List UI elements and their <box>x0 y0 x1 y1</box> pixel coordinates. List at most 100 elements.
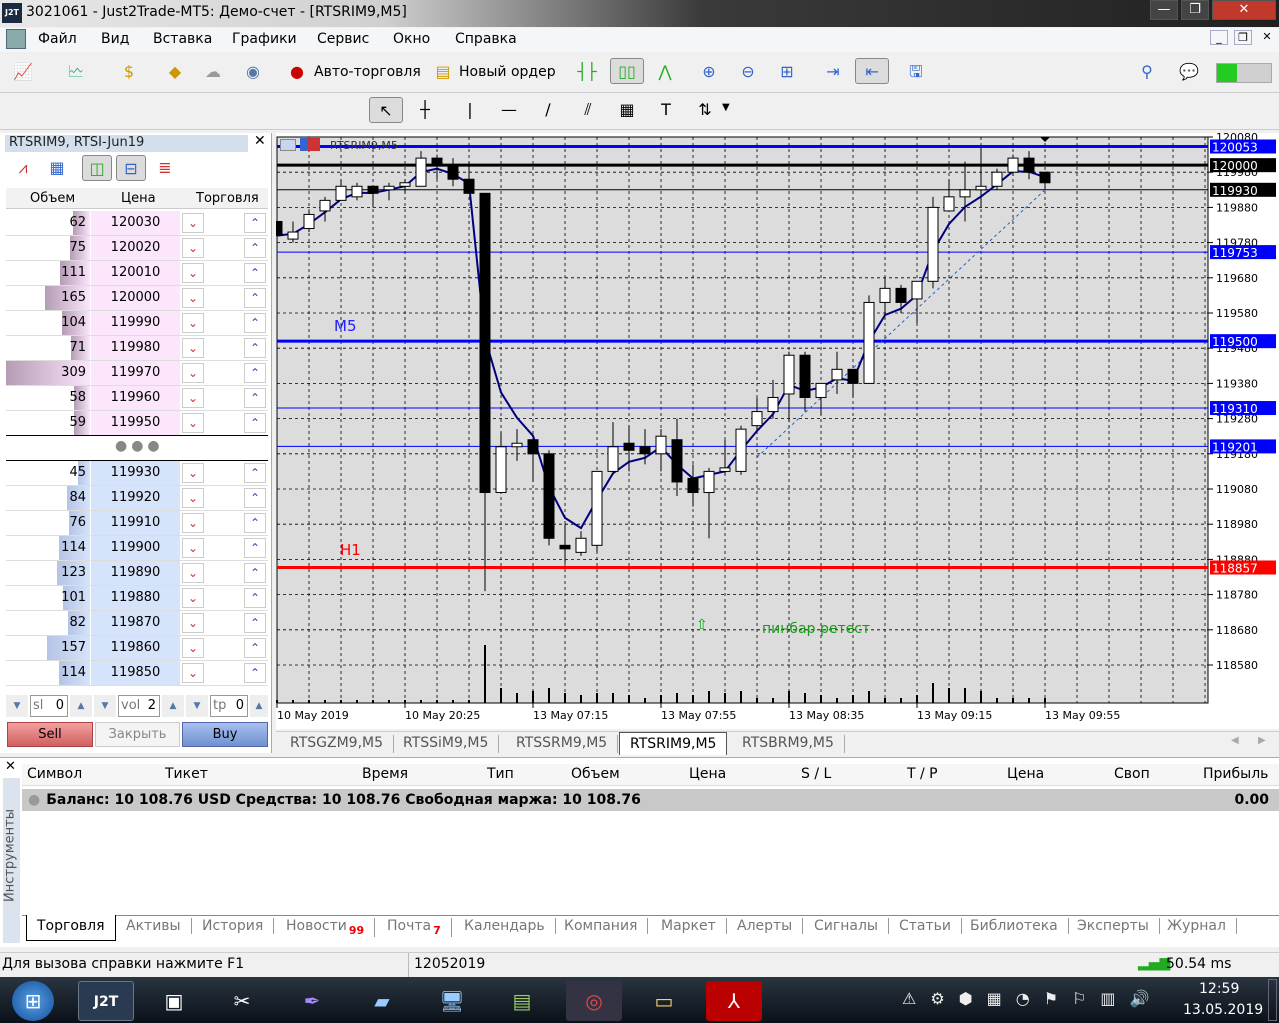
chat-icon[interactable]: 💬 <box>1176 59 1202 85</box>
sell-limit-button[interactable]: ⌄ <box>182 363 204 383</box>
toolbox-tab[interactable]: Статьи <box>889 918 963 934</box>
bids-row[interactable]: 114 119900 ⌄ ⌃ <box>6 536 268 561</box>
buy-limit-button[interactable]: ⌃ <box>244 538 266 558</box>
one-click-icon[interactable] <box>300 138 320 151</box>
sell-limit-button[interactable]: ⌄ <box>182 638 204 658</box>
chevron-down-icon[interactable]: ▼ <box>722 102 730 113</box>
bids-row[interactable]: 123 119890 ⌄ ⌃ <box>6 561 268 586</box>
arrows-icon[interactable]: ⇅ <box>692 97 718 123</box>
taskbar-chart-icon[interactable]: ▤ <box>494 981 550 1021</box>
toolbox-tab[interactable]: Сигналы <box>804 918 889 934</box>
taskbar-app-icon[interactable]: ▣ <box>146 981 202 1021</box>
vol-down-button[interactable]: ▼ <box>94 695 116 717</box>
toolbox-tab[interactable]: История <box>192 918 275 934</box>
taskbar-folder-icon[interactable]: ▭ <box>636 981 692 1021</box>
sell-limit-button[interactable]: ⌄ <box>182 563 204 583</box>
sl-field[interactable]: sl 0 <box>30 695 68 717</box>
scroll-left-icon[interactable]: ◀ <box>1231 735 1239 746</box>
sell-limit-button[interactable]: ⌄ <box>182 513 204 533</box>
close-position-button[interactable]: Закрыть <box>95 722 180 747</box>
start-button[interactable]: ⊞ <box>12 981 54 1021</box>
maximize-button[interactable]: ❐ <box>1181 0 1209 20</box>
column-header[interactable]: Объем <box>571 766 620 782</box>
toolbox-tab[interactable]: Компания <box>554 918 649 934</box>
sell-limit-button[interactable]: ⌄ <box>182 588 204 608</box>
toolbox-tab[interactable]: Новости 99 <box>276 918 376 937</box>
column-header[interactable]: T / P <box>907 766 938 782</box>
tp-field[interactable]: tp 0 <box>210 695 248 717</box>
taskbar-acrobat-icon[interactable]: ⅄ <box>706 981 762 1021</box>
toolbox-tab[interactable]: Журнал <box>1157 918 1237 934</box>
buy-limit-button[interactable]: ⌃ <box>244 613 266 633</box>
toolbox-tab[interactable]: Эксперты <box>1067 918 1160 934</box>
asks-row[interactable]: 62 120030 ⌄ ⌃ <box>6 211 268 236</box>
sell-limit-button[interactable]: ⌄ <box>182 313 204 333</box>
tile-windows-icon[interactable]: ⊞ <box>774 59 800 85</box>
taskbar-computer-icon[interactable]: 🖥 <box>424 981 480 1021</box>
tp-up-button[interactable]: ▲ <box>250 695 268 717</box>
menu-6[interactable]: Справка <box>455 31 517 47</box>
buy-limit-button[interactable]: ⌃ <box>244 413 266 433</box>
bids-row[interactable]: 76 119910 ⌄ ⌃ <box>6 511 268 536</box>
sl-up-button[interactable]: ▲ <box>70 695 92 717</box>
chart-tab[interactable]: RTSGZM9,M5 <box>280 735 395 753</box>
vol-up-button[interactable]: ▲ <box>162 695 184 717</box>
new-chart-icon[interactable]: 📈 <box>10 59 36 85</box>
sell-limit-button[interactable]: ⌄ <box>182 538 204 558</box>
data-window-icon[interactable]: ◆ <box>162 59 188 85</box>
menu-4[interactable]: Сервис <box>317 31 369 47</box>
asks-row[interactable]: 309 119970 ⌄ ⌃ <box>6 361 268 386</box>
buy-limit-button[interactable]: ⌃ <box>244 638 266 658</box>
new-order-button[interactable]: Новый ордер <box>459 64 556 80</box>
chart-tab[interactable]: RTSSRM9,M5 <box>506 735 619 753</box>
new-order-icon[interactable]: ▤ <box>430 59 456 85</box>
chart-menu-icon[interactable] <box>280 139 296 151</box>
bids-row[interactable]: 101 119880 ⌄ ⌃ <box>6 586 268 611</box>
ticks-icon[interactable]: ≣ <box>152 155 178 181</box>
balance-row[interactable]: ● Баланс: 10 108.76 USD Средства: 10 108.… <box>22 789 1279 811</box>
toolbox-tab[interactable]: Торговля <box>26 915 116 941</box>
bids-row[interactable]: 82 119870 ⌄ ⌃ <box>6 611 268 636</box>
line-chart-icon[interactable]: ⋀ <box>652 59 678 85</box>
asks-row[interactable]: 75 120020 ⌄ ⌃ <box>6 236 268 261</box>
column-header[interactable]: Тикет <box>165 766 208 782</box>
text-icon[interactable]: T <box>653 97 679 123</box>
buy-limit-button[interactable]: ⌃ <box>244 663 266 683</box>
chart-tab[interactable]: RTSBRM9,M5 <box>732 735 845 753</box>
sell-limit-button[interactable]: ⌄ <box>182 263 204 283</box>
sell-limit-button[interactable]: ⌄ <box>182 463 204 483</box>
asks-row[interactable]: 71 119980 ⌄ ⌃ <box>6 336 268 361</box>
sl-down-button[interactable]: ▼ <box>6 695 28 717</box>
taskbar-chrome-icon[interactable]: ◎ <box>566 981 622 1021</box>
sell-limit-button[interactable]: ⌄ <box>182 288 204 308</box>
vol-field[interactable]: vol 2 <box>118 695 160 717</box>
more-dots[interactable]: ●●● <box>115 438 164 454</box>
buy-limit-button[interactable]: ⌃ <box>244 588 266 608</box>
sell-limit-button[interactable]: ⌄ <box>182 488 204 508</box>
close-toolbox-icon[interactable]: ✕ <box>5 759 16 774</box>
history-icon[interactable]: ▦ <box>44 155 70 181</box>
close-button[interactable]: ✕ <box>1212 0 1276 20</box>
toolbox-tab[interactable]: Алерты <box>727 918 804 934</box>
trend-line-icon[interactable]: ∕ <box>535 97 561 123</box>
chart-tab[interactable]: RTSRIM9,M5 <box>619 732 728 755</box>
close-icon[interactable]: ✕ <box>254 133 266 149</box>
menu-2[interactable]: Вставка <box>153 31 212 47</box>
horizontal-line-icon[interactable]: — <box>496 97 522 123</box>
column-header[interactable]: Цена <box>1007 766 1044 782</box>
toolbox-side-tab[interactable]: Инструменты <box>3 778 20 943</box>
sell-limit-button[interactable]: ⌄ <box>182 413 204 433</box>
buy-limit-button[interactable]: ⌃ <box>244 313 266 333</box>
navigator-icon[interactable]: ☁ <box>200 59 226 85</box>
column-header[interactable]: Своп <box>1114 766 1150 782</box>
save-template-icon[interactable]: 🖫 <box>903 59 929 85</box>
fibonacci-icon[interactable]: ▦ <box>614 97 640 123</box>
buy-limit-button[interactable]: ⌃ <box>244 338 266 358</box>
asks-row[interactable]: 59 119950 ⌄ ⌃ <box>6 411 268 436</box>
menu-1[interactable]: Вид <box>101 31 129 47</box>
minimize-button[interactable]: — <box>1150 0 1178 20</box>
chart-canvas[interactable]: 1200801199801198801197801196801195801194… <box>276 133 1279 729</box>
column-header[interactable]: Тип <box>487 766 514 782</box>
sell-button[interactable]: Sell <box>7 722 93 747</box>
mdi-close-button[interactable]: ✕ <box>1258 30 1276 43</box>
